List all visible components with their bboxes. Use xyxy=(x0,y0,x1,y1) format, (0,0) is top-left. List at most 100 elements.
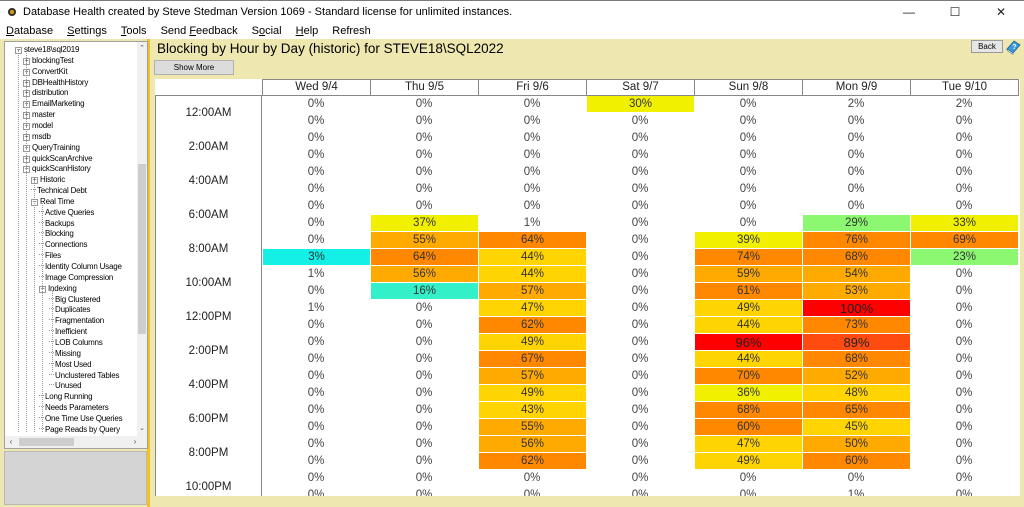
heatmap-cell: 70% xyxy=(694,368,802,385)
tree-item[interactable]: + EmailMarketing xyxy=(23,98,85,109)
tree-item[interactable]: − Real Time xyxy=(31,196,74,207)
tree-item[interactable]: − quickScanHistory xyxy=(23,163,91,174)
tree-item[interactable]: Unclustered Tables xyxy=(49,370,119,381)
tree-item[interactable]: Needs Parameters xyxy=(39,402,109,413)
scroll-right-icon[interactable]: › xyxy=(129,436,141,448)
maximize-button[interactable]: ☐ xyxy=(932,1,978,23)
tree-item[interactable]: Page Reads by Query xyxy=(39,424,120,435)
heatmap-cell: 0% xyxy=(415,132,433,144)
scroll-thumb[interactable] xyxy=(19,438,74,446)
heatmap-cell: 0% xyxy=(847,149,865,161)
close-button[interactable]: ✕ xyxy=(978,1,1024,23)
tree-horizontal-scrollbar[interactable]: ‹ › xyxy=(5,436,147,448)
tree-item[interactable]: One Time Use Queries xyxy=(39,413,123,424)
back-button[interactable]: Back xyxy=(971,40,1003,53)
tree-item[interactable]: + blockingTest xyxy=(23,55,74,66)
tree-item[interactable]: Backups xyxy=(39,218,74,229)
report-title: Blocking by Hour by Day (historic) for S… xyxy=(157,41,504,56)
tree-item[interactable]: + ConvertKit xyxy=(23,66,68,77)
heatmap-cell: 57% xyxy=(478,368,586,385)
heatmap-cell: 0% xyxy=(739,200,757,212)
tree-item[interactable]: Active Queries xyxy=(39,207,94,218)
tree-item[interactable]: Inefficient xyxy=(49,326,87,337)
tree-item[interactable]: + Historic xyxy=(31,174,65,185)
tree-item[interactable]: + DBHealthHistory xyxy=(23,77,88,88)
menu-database[interactable]: Database xyxy=(6,25,53,37)
tree-item[interactable]: Duplicates xyxy=(49,304,91,315)
heatmap-cell: 68% xyxy=(802,249,910,266)
tree-guide-line xyxy=(34,182,35,432)
tree-item[interactable]: Most Used xyxy=(49,359,92,370)
scroll-up-icon[interactable]: ⌃ xyxy=(137,44,147,54)
column-header: Sun 9/8 xyxy=(694,79,803,96)
tree-item[interactable]: Technical Debt xyxy=(31,185,87,196)
tree-item[interactable]: Unused xyxy=(49,380,82,391)
tree-item[interactable]: Fragmentation xyxy=(49,315,104,326)
heatmap-cell: 0% xyxy=(307,353,325,365)
heatmap-cell: 0% xyxy=(415,149,433,161)
heatmap-cell: 0% xyxy=(631,285,649,297)
menu-settings[interactable]: Settings xyxy=(67,25,107,37)
heatmap-cell: 0% xyxy=(307,98,325,110)
heatmap-cell: 0% xyxy=(739,115,757,127)
help-book-icon[interactable]: ? xyxy=(1005,39,1021,55)
menu-social[interactable]: Social xyxy=(252,25,282,37)
heatmap-cell: 0% xyxy=(307,489,325,496)
tree-item[interactable]: − steve18\sql2019 xyxy=(15,44,79,55)
tree-connector xyxy=(49,373,54,375)
heatmap-cell: 0% xyxy=(631,489,649,496)
scroll-thumb[interactable] xyxy=(138,164,146,334)
heatmap-cell: 0% xyxy=(415,370,433,382)
heatmap-cell: 55% xyxy=(478,419,586,436)
tree-vertical-scrollbar[interactable]: ⌃ ⌄ xyxy=(137,42,147,436)
heatmap-cell: 33% xyxy=(910,215,1018,232)
tree-item-label: Connections xyxy=(45,240,88,250)
tree-item[interactable]: + quickScanArchive xyxy=(23,153,93,164)
heatmap-cell: 0% xyxy=(307,183,325,195)
tree-item-label: Image Compression xyxy=(45,272,114,282)
tree-item[interactable]: + msdb xyxy=(23,131,51,142)
tree-item-label: Fragmentation xyxy=(55,316,104,326)
scroll-down-icon[interactable]: ⌄ xyxy=(137,424,147,434)
heatmap-cell: 0% xyxy=(523,472,541,484)
tree-item-label: Missing xyxy=(55,348,81,358)
tree-item[interactable]: Long Running xyxy=(39,391,93,402)
heatmap-cell: 44% xyxy=(694,317,802,334)
tree-item[interactable]: Image Compression xyxy=(39,272,113,283)
menu-refresh[interactable]: Refresh xyxy=(332,25,371,37)
minimize-button[interactable]: — xyxy=(886,1,932,23)
tree-item[interactable]: Identity Column Usage xyxy=(39,261,122,272)
time-row-label: 6:00PM xyxy=(155,402,262,437)
heatmap-cell: 0% xyxy=(523,166,541,178)
database-tree[interactable]: − steve18\sql2019 + blockingTest + ConvertKit… xyxy=(4,41,148,449)
show-more-button[interactable]: Show More xyxy=(154,60,234,75)
menu-tools[interactable]: Tools xyxy=(121,25,147,37)
heatmap-cell: 23% xyxy=(910,249,1018,266)
heatmap-cell: 0% xyxy=(955,455,973,467)
heatmap-cell: 0% xyxy=(631,336,649,348)
tree-item[interactable]: + model xyxy=(23,120,53,131)
tree-item[interactable]: Connections xyxy=(39,239,87,250)
column-header: Tue 9/10 xyxy=(910,79,1019,96)
heatmap-cell: 39% xyxy=(694,232,802,249)
tree-item-label: Duplicates xyxy=(55,305,91,315)
tree-item-label: Identity Column Usage xyxy=(45,262,122,271)
tree-item[interactable]: Big Clustered xyxy=(49,294,101,305)
tree-item[interactable]: Missing xyxy=(49,348,81,359)
tree-item[interactable]: − Indexing xyxy=(39,283,77,294)
time-row-label: 8:00AM xyxy=(155,232,262,267)
tree-item[interactable]: + distribution xyxy=(23,87,68,98)
tree-item-label: Long Running xyxy=(45,392,93,402)
scroll-left-icon[interactable]: ‹ xyxy=(5,436,17,448)
heatmap-cell: 0% xyxy=(847,183,865,195)
tree-item[interactable]: Blocking xyxy=(39,228,74,239)
tree-item[interactable]: LOB Columns xyxy=(49,337,103,348)
tree-item[interactable]: + QueryTraining xyxy=(23,142,80,153)
heatmap-cell: 2% xyxy=(955,98,973,110)
menu-send-feedback[interactable]: Send Feedback xyxy=(161,25,238,37)
heatmap-cell: 67% xyxy=(478,351,586,368)
menu-bar: Database Settings Tools Send Feedback Social… xyxy=(0,22,1024,39)
tree-item[interactable]: + master xyxy=(23,109,55,120)
menu-help[interactable]: Help xyxy=(296,25,319,37)
heatmap-cell: 0% xyxy=(631,132,649,144)
